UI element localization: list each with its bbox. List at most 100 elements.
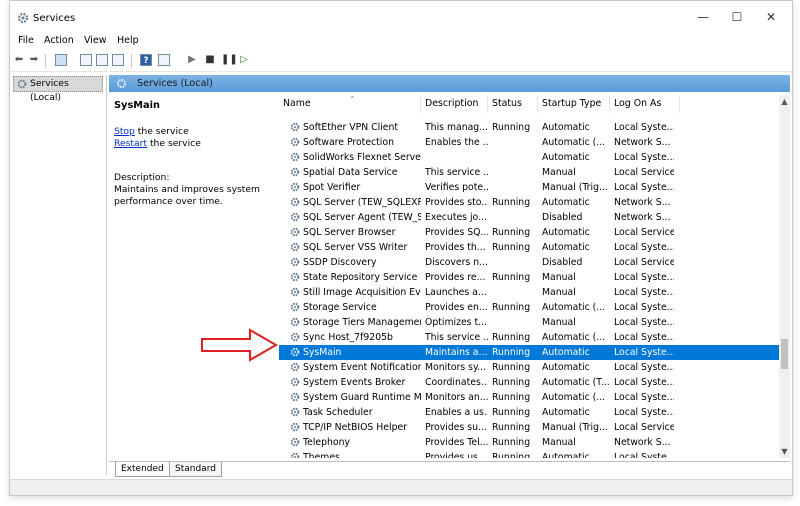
- cell-log-on-as: Local Syste...: [614, 122, 674, 133]
- cell-description: This manag...: [425, 122, 488, 133]
- scroll-up-icon[interactable]: ▲: [779, 97, 790, 106]
- tab-extended[interactable]: Extended: [115, 462, 170, 477]
- toolbar: ⬅ ➡ ? ▶ ■ ❚❚ ▷: [10, 51, 792, 72]
- cell-description: Optimizes t...: [425, 317, 487, 328]
- cell-name: SQL Server (TEW_SQLEXPRE...: [303, 197, 421, 208]
- refresh-icon[interactable]: [96, 54, 108, 66]
- service-gear-icon: [290, 422, 300, 432]
- cell-log-on-as: Local Syste...: [614, 332, 674, 343]
- cell-log-on-as: Network S...: [614, 437, 671, 448]
- tab-standard[interactable]: Standard: [169, 462, 222, 477]
- table-row[interactable]: Still Image Acquisition Events Launches a…: [279, 285, 780, 300]
- table-row[interactable]: Storage Tiers Management Optimizes t... Ma…: [279, 315, 780, 330]
- cell-startup-type: Disabled: [542, 257, 583, 268]
- restart-service-line: Restart the service: [114, 138, 201, 149]
- stop-service-icon[interactable]: ■: [204, 54, 216, 66]
- properties-icon[interactable]: [80, 54, 92, 66]
- table-row[interactable]: Telephony Provides Tel... Running Manual Net…: [279, 435, 780, 450]
- table-row[interactable]: State Repository Service Provides re... Ru…: [279, 270, 780, 285]
- cell-startup-type: Automatic: [542, 347, 590, 358]
- table-row[interactable]: Spatial Data Service This service ... Manu…: [279, 165, 780, 180]
- table-row[interactable]: SQL Server (TEW_SQLEXPRE... Provides sto.…: [279, 195, 780, 210]
- cell-description: Provides re...: [425, 272, 486, 283]
- service-gear-icon: [290, 287, 300, 297]
- cell-name: SQL Server Browser: [303, 227, 396, 238]
- table-row[interactable]: Themes Provides us... Running Automatic Loca…: [279, 450, 780, 458]
- tree-item-services-local[interactable]: Services (Local): [13, 76, 103, 103]
- restart-service-link[interactable]: Restart: [114, 138, 147, 149]
- cell-startup-type: Automatic (T...: [542, 377, 610, 388]
- table-row[interactable]: System Events Broker Coordinates... Runnin…: [279, 375, 780, 390]
- table-row[interactable]: SSDP Discovery Discovers n... Disabled Loca…: [279, 255, 780, 270]
- cell-name: Spot Verifier: [303, 182, 361, 193]
- cell-log-on-as: Local Syste...: [614, 287, 674, 298]
- cell-name: Task Scheduler: [303, 407, 373, 418]
- view-icon[interactable]: [158, 54, 170, 66]
- cell-status: Running: [492, 302, 531, 313]
- cell-description: Enables the ...: [425, 137, 488, 148]
- cell-startup-type: Automatic: [542, 407, 590, 418]
- cell-name: SysMain: [303, 347, 342, 358]
- cell-log-on-as: Local Service: [614, 422, 674, 433]
- cell-description: Verifies pote...: [425, 182, 488, 193]
- cell-status: Running: [492, 272, 531, 283]
- cell-name: Still Image Acquisition Events: [303, 287, 421, 298]
- cell-log-on-as: Local Syste...: [614, 347, 674, 358]
- close-button[interactable]: ✕: [756, 7, 786, 27]
- restart-service-icon[interactable]: ▷: [238, 54, 250, 66]
- table-row[interactable]: TCP/IP NetBIOS Helper Provides su... Runni…: [279, 420, 780, 435]
- cell-name: Themes: [303, 452, 340, 458]
- column-header-status[interactable]: Status: [488, 95, 538, 113]
- service-gear-icon: [290, 137, 300, 147]
- table-row[interactable]: Task Scheduler Enables a us... Running Auto…: [279, 405, 780, 420]
- forward-arrow-icon[interactable]: ➡: [28, 54, 40, 66]
- column-header-name[interactable]: ⌃ Name: [279, 95, 421, 113]
- table-row[interactable]: Storage Service Provides en... Running Auto…: [279, 300, 780, 315]
- cell-log-on-as: Local Service: [614, 227, 674, 238]
- cell-startup-type: Manual: [542, 317, 576, 328]
- cell-description: Discovers n...: [425, 257, 488, 268]
- table-row[interactable]: SQL Server Browser Provides SQ... Running A…: [279, 225, 780, 240]
- show-hide-console-tree-icon[interactable]: [55, 54, 67, 66]
- table-row[interactable]: System Event Notification S... Monitors s…: [279, 360, 780, 375]
- maximize-button[interactable]: ☐: [722, 7, 752, 27]
- table-row[interactable]: SQL Server Agent (TEW_SQL... Executes jo.…: [279, 210, 780, 225]
- table-row[interactable]: Software Protection Enables the ... Automa…: [279, 135, 780, 150]
- table-row[interactable]: SysMain Maintains a... Running Automatic Loc…: [279, 345, 780, 360]
- start-service-icon[interactable]: ▶: [186, 54, 198, 66]
- description-label: Description:: [114, 172, 170, 183]
- column-header-label: Log On As: [614, 98, 662, 109]
- table-row[interactable]: SolidWorks Flexnet Server Automatic Local …: [279, 150, 780, 165]
- cell-description: Provides sto...: [425, 197, 488, 208]
- cell-log-on-as: Local Syste...: [614, 362, 674, 373]
- title-bar: Services — ☐ ✕: [10, 1, 792, 32]
- cell-status: Running: [492, 437, 531, 448]
- table-row[interactable]: Spot Verifier Verifies pote... Manual (Tri…: [279, 180, 780, 195]
- column-header-description[interactable]: Description: [421, 95, 488, 113]
- cell-status: Running: [492, 242, 531, 253]
- cell-startup-type: Automatic: [542, 362, 590, 373]
- back-arrow-icon[interactable]: ⬅: [13, 54, 25, 66]
- export-list-icon[interactable]: [112, 54, 124, 66]
- menu-file[interactable]: File: [18, 35, 34, 46]
- menu-view[interactable]: View: [84, 35, 107, 46]
- table-row[interactable]: SQL Server VSS Writer Provides th... Runni…: [279, 240, 780, 255]
- cell-description: This service ...: [425, 167, 488, 178]
- column-header-log-on-as[interactable]: Log On As: [610, 95, 680, 113]
- pause-service-icon[interactable]: ❚❚: [221, 54, 238, 66]
- stop-service-link[interactable]: Stop: [114, 126, 135, 137]
- help-icon[interactable]: ?: [140, 54, 152, 66]
- table-row[interactable]: System Guard Runtime Mo... Monitors an...…: [279, 390, 780, 405]
- column-header-startup-type[interactable]: Startup Type: [538, 95, 610, 113]
- menu-help[interactable]: Help: [117, 35, 139, 46]
- vertical-scrollbar[interactable]: ▲ ▼: [779, 95, 790, 458]
- table-row[interactable]: Sync Host_7f9205b This service ... Running…: [279, 330, 780, 345]
- minimize-button[interactable]: —: [688, 7, 718, 27]
- extended-description-pane: SysMain Stop the service Restart the ser…: [112, 96, 274, 456]
- table-row[interactable]: SoftEther VPN Client This manag... Running…: [279, 120, 780, 135]
- cell-startup-type: Automatic (...: [542, 332, 606, 343]
- menu-action[interactable]: Action: [44, 35, 74, 46]
- service-gear-icon: [290, 332, 300, 342]
- scrollbar-thumb[interactable]: [781, 339, 788, 369]
- scroll-down-icon[interactable]: ▼: [779, 447, 790, 456]
